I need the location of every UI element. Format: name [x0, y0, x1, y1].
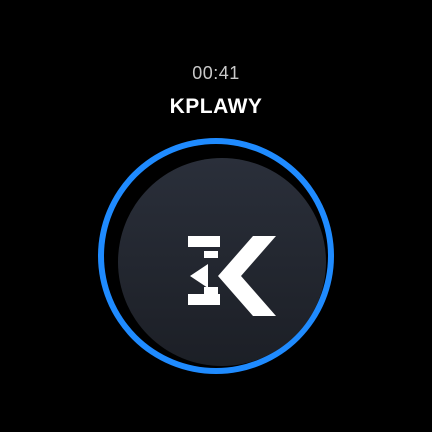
ring-gap	[104, 144, 328, 368]
time-display: 00:41	[192, 63, 240, 83]
progress-ring	[98, 138, 334, 374]
logo-button[interactable]	[118, 158, 326, 366]
ek-logo-icon	[188, 236, 276, 316]
page-title: KPLAWY	[169, 95, 263, 118]
watch-screen: 00:41 KPLAWY	[0, 0, 432, 432]
